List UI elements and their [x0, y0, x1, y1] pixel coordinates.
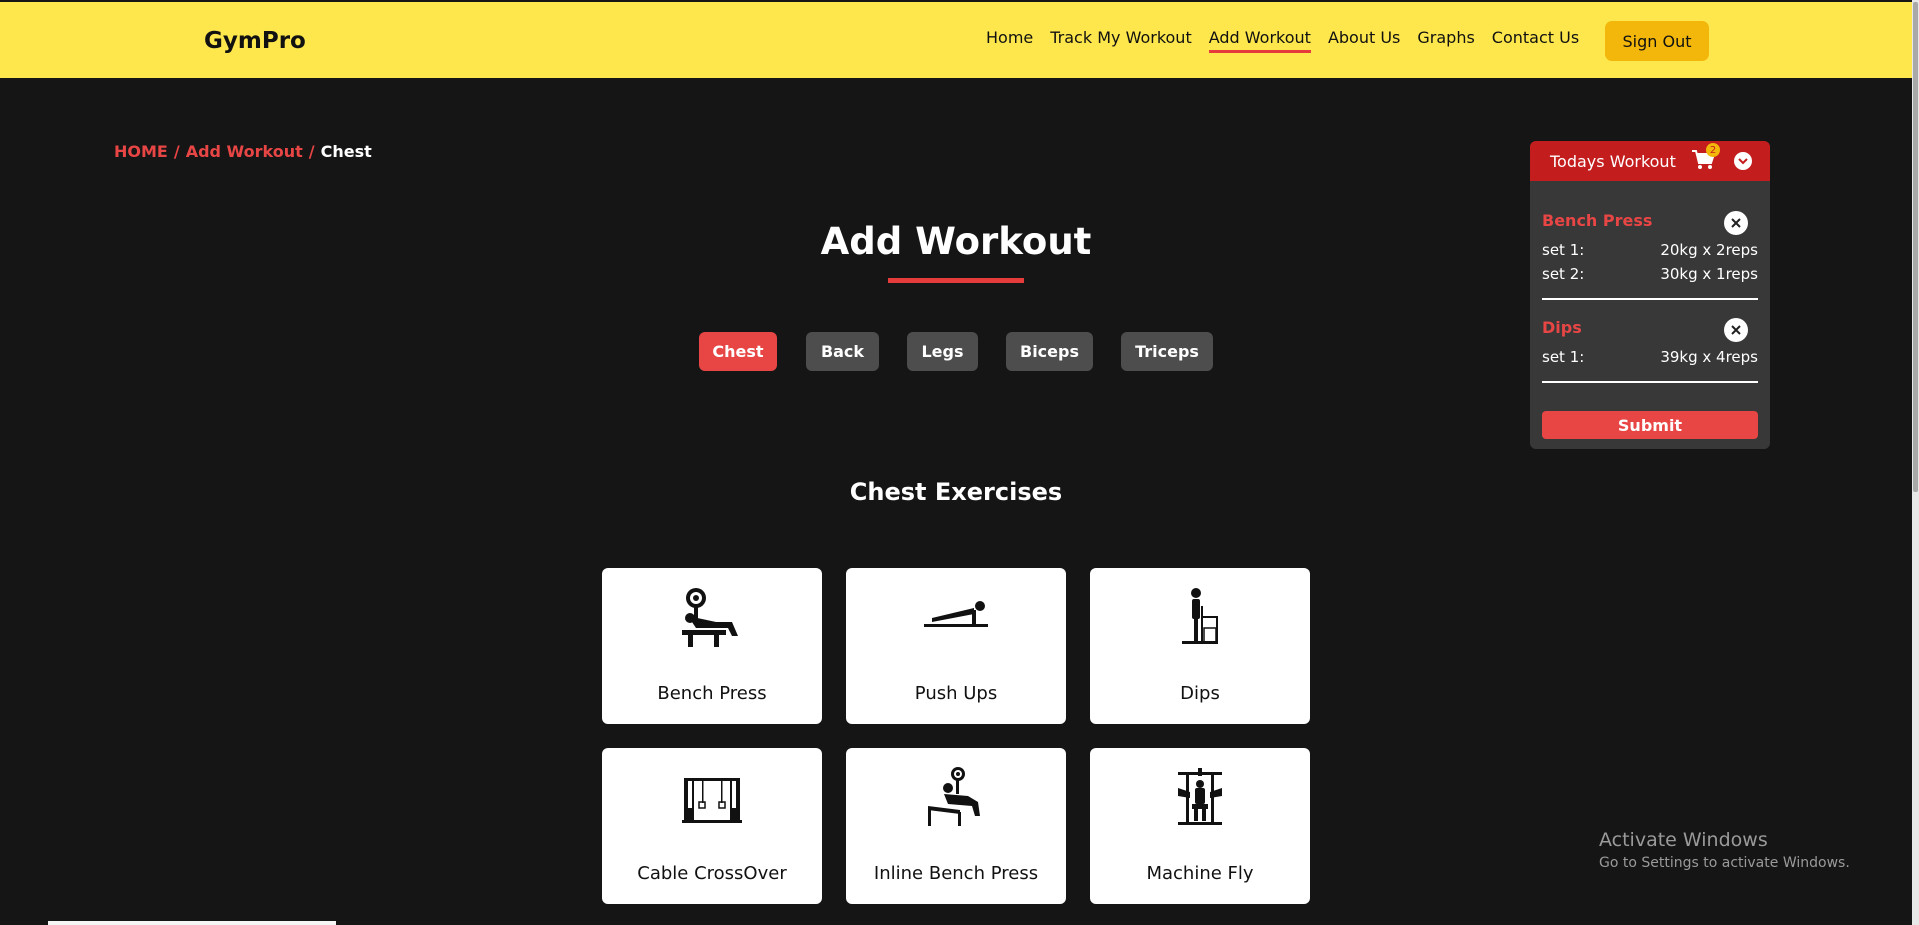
exercise-card-dips[interactable]: Dips: [1090, 568, 1310, 724]
cart-count-badge: 2: [1706, 143, 1720, 157]
exercise-card-machine-fly[interactable]: Machine Fly: [1090, 748, 1310, 904]
navbar: GymPro Home Track My Workout Add Workout…: [0, 2, 1912, 78]
machine-fly-icon: [1178, 768, 1222, 825]
set-label: set 1:: [1542, 241, 1585, 259]
tab-chest[interactable]: Chest: [699, 332, 777, 371]
nav-link-contact-us[interactable]: Contact Us: [1492, 28, 1579, 47]
set-value: 39kg x 4reps: [1660, 348, 1758, 366]
tab-legs[interactable]: Legs: [907, 332, 978, 371]
exercise-card-label: Machine Fly: [1146, 863, 1254, 884]
exercise-card-push-ups[interactable]: Push Ups: [846, 568, 1066, 724]
chevron-down-icon[interactable]: [1734, 152, 1752, 170]
tab-biceps[interactable]: Biceps: [1006, 332, 1093, 371]
nav-links: Home Track My Workout Add Workout About …: [986, 28, 1596, 53]
sign-out-button[interactable]: Sign Out: [1605, 21, 1709, 61]
breadcrumb-add-workout[interactable]: Add Workout: [186, 142, 303, 161]
nav-link-add-workout[interactable]: Add Workout: [1208, 28, 1312, 53]
set-label: set 2:: [1542, 265, 1585, 283]
set-row: set 2: 30kg x 1reps: [1542, 262, 1758, 286]
watermark-subtitle: Go to Settings to activate Windows.: [1599, 855, 1850, 871]
panel-header[interactable]: Todays Workout 2: [1530, 141, 1770, 181]
workout-item: Bench Press set 1: 20kg x 2reps set 2: 3…: [1542, 181, 1758, 300]
breadcrumb-separator: /: [173, 142, 180, 161]
exercise-card-cable-crossover[interactable]: Cable CrossOver: [602, 748, 822, 904]
exercise-card-label: Bench Press: [657, 683, 767, 704]
panel-title: Todays Workout: [1550, 151, 1676, 171]
close-icon: [1731, 325, 1741, 335]
set-label: set 1:: [1542, 348, 1585, 366]
brand-logo[interactable]: GymPro: [204, 28, 306, 54]
set-row: set 1: 20kg x 2reps: [1542, 238, 1758, 262]
activate-windows-watermark: Activate Windows Go to Settings to activ…: [1599, 829, 1850, 871]
breadcrumb-home[interactable]: HOME: [114, 142, 168, 161]
submit-button[interactable]: Submit: [1542, 411, 1758, 439]
set-row: set 1: 39kg x 4reps: [1542, 345, 1758, 369]
remove-item-button[interactable]: [1724, 318, 1748, 342]
dips-icon: [1182, 588, 1218, 644]
close-icon: [1731, 218, 1741, 228]
nav-link-about-us[interactable]: About Us: [1328, 28, 1400, 47]
breadcrumb-current: Chest: [320, 142, 372, 161]
remove-item-button[interactable]: [1724, 211, 1748, 235]
exercise-card-label: Inline Bench Press: [873, 863, 1039, 884]
nav-link-home[interactable]: Home: [986, 28, 1033, 47]
set-value: 20kg x 2reps: [1660, 241, 1758, 259]
panel-body: Bench Press set 1: 20kg x 2reps set 2: 3…: [1530, 181, 1770, 439]
breadcrumb: HOME / Add Workout / Chest: [114, 142, 372, 161]
incline-bench-press-icon: [928, 767, 980, 826]
watermark-title: Activate Windows: [1599, 829, 1768, 851]
nav-link-track-my-workout[interactable]: Track My Workout: [1050, 28, 1191, 47]
bench-press-icon: [682, 588, 738, 647]
section-title: Chest Exercises: [849, 478, 1063, 506]
exercise-card-label: Push Ups: [914, 683, 998, 704]
tab-back[interactable]: Back: [806, 332, 879, 371]
breadcrumb-separator: /: [308, 142, 315, 161]
nav-link-graphs[interactable]: Graphs: [1417, 28, 1474, 47]
exercise-card-label: Dips: [1180, 683, 1220, 704]
title-underline: [888, 278, 1024, 283]
scrollbar-thumb[interactable]: [1913, 2, 1918, 492]
workout-item: Dips set 1: 39kg x 4reps: [1542, 300, 1758, 383]
todays-workout-panel: Todays Workout 2 Bench Press set 1: 20kg…: [1530, 141, 1770, 449]
exercise-card-bench-press[interactable]: Bench Press: [602, 568, 822, 724]
push-up-icon: [924, 601, 988, 627]
set-value: 30kg x 1reps: [1660, 265, 1758, 283]
exercise-card-inline-bench-press[interactable]: Inline Bench Press: [846, 748, 1066, 904]
tab-triceps[interactable]: Triceps: [1121, 332, 1213, 371]
cable-crossover-icon: [682, 778, 742, 823]
horizontal-scroll-indicator: [48, 921, 336, 925]
exercise-card-label: Cable CrossOver: [637, 863, 787, 884]
